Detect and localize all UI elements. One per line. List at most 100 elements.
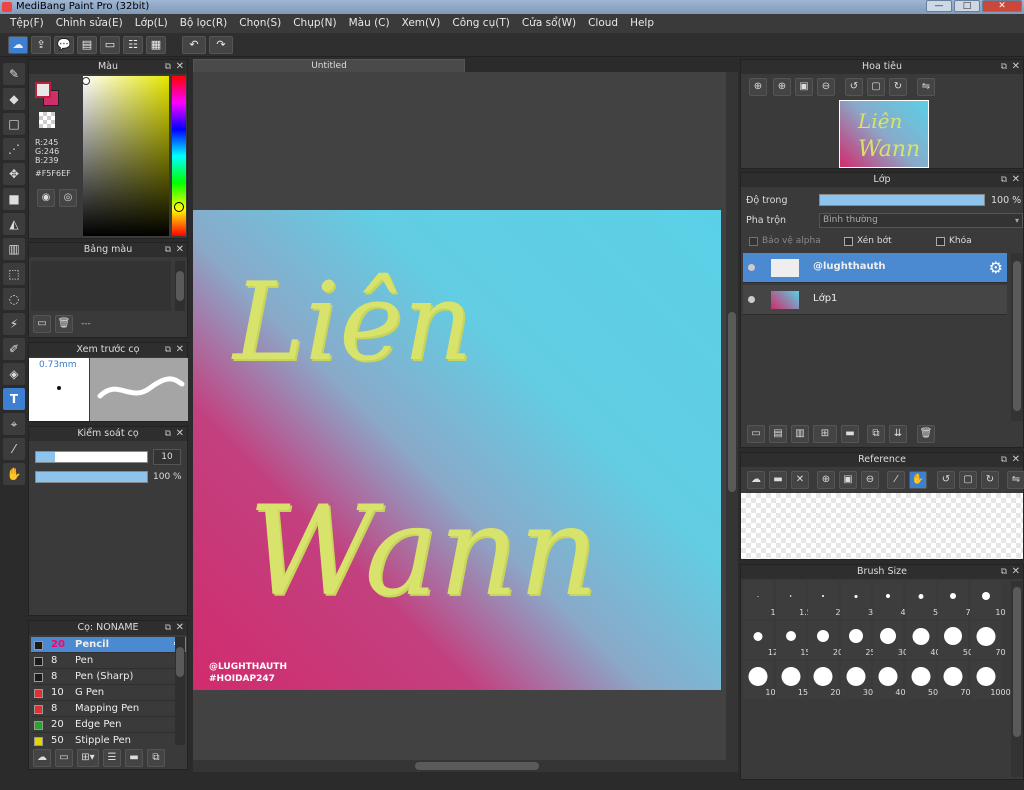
document-tab[interactable]: Untitled [193, 59, 465, 72]
zoom-out-icon[interactable]: ⊖ [817, 78, 835, 96]
visibility-icon[interactable] [748, 264, 755, 271]
brush-size-option[interactable]: 700 [938, 661, 976, 699]
popout-icon[interactable]: ⧉ [165, 427, 171, 441]
actual-size-icon[interactable]: ▢ [867, 78, 885, 96]
fit-screen-icon[interactable]: ▣ [795, 78, 813, 96]
brush-size-slider[interactable] [35, 451, 148, 463]
grid-icon[interactable]: ▦ [146, 35, 166, 54]
close-button[interactable]: ✕ [982, 0, 1022, 12]
blend-mode-select[interactable]: Bình thường ▾ [819, 213, 1023, 228]
brush-opacity-slider[interactable] [35, 471, 148, 483]
undo-icon[interactable]: ↶ [182, 35, 206, 54]
brush-size-option[interactable]: 15 [775, 621, 811, 659]
brush-size-option[interactable]: 300 [840, 661, 878, 699]
minimize-button[interactable]: — [926, 0, 952, 12]
pages-icon[interactable]: ☷ [123, 35, 143, 54]
speech-icon[interactable]: ▤ [77, 35, 97, 54]
brush-size-option[interactable]: 1.5 [775, 581, 812, 619]
layer-list-scrollbar[interactable] [1011, 253, 1023, 421]
menu-item[interactable]: Tệp(F) [4, 14, 50, 33]
brush-size-option[interactable]: 3 [840, 581, 873, 619]
brush-list-item[interactable]: 20Pencil⚙ [31, 637, 186, 653]
brush-size-option[interactable]: 400 [873, 661, 911, 699]
new-brush-icon[interactable]: ▭ [55, 749, 73, 767]
scroll-thumb[interactable] [415, 762, 539, 770]
delete-palette-icon[interactable]: 🗑 [55, 315, 73, 333]
popout-icon[interactable]: ⧉ [165, 621, 171, 635]
brush-list-scrollbar[interactable] [175, 637, 185, 745]
brush-list-item[interactable]: 50 Stipple Pen [31, 733, 186, 747]
magic-wand-icon[interactable]: ⚡ [3, 313, 25, 335]
rotate-left-icon[interactable]: ↺ [937, 471, 955, 489]
brush-list-item[interactable]: 8 Pen (Sharp) [31, 669, 186, 685]
close-icon[interactable]: ✕ [176, 621, 184, 635]
clip-checkbox[interactable] [844, 237, 853, 246]
palette-scrollbar[interactable] [175, 261, 185, 311]
brush-size-option[interactable]: 150 [775, 661, 813, 699]
brush-size-option[interactable]: 30 [873, 621, 908, 659]
brush-size-value[interactable]: 10 [153, 449, 181, 465]
select-rect-icon[interactable]: ⬚ [3, 263, 25, 285]
fill-rect-icon[interactable]: ■ [3, 188, 25, 210]
layer-row[interactable]: @lughthauth ⚙ [743, 253, 1007, 283]
select-pen-icon[interactable]: ✐ [3, 338, 25, 360]
brush-list-item[interactable]: 20 Edge Pen [31, 717, 186, 733]
new-halftone-layer-icon[interactable]: ▤ [769, 425, 787, 443]
brush-list-item[interactable]: 8 Pen [31, 653, 186, 669]
layer-row[interactable]: Lớp1 [743, 285, 1007, 315]
cloud-brush-icon[interactable]: ☁ [33, 749, 51, 767]
canvas-vertical-scrollbar[interactable] [726, 72, 738, 760]
bucket-icon[interactable]: ◭ [3, 213, 25, 235]
close-icon[interactable]: ✕ [176, 343, 184, 357]
add-layer-menu-icon[interactable]: ⊞ [813, 425, 837, 443]
brush-size-option[interactable]: 1000 [970, 661, 1011, 699]
zoom-out-icon[interactable]: ⊖ [861, 471, 879, 489]
brush-size-option[interactable]: 4 [873, 581, 906, 619]
foreground-color-swatch[interactable] [35, 82, 51, 98]
popout-icon[interactable]: ⧉ [1001, 60, 1007, 74]
brush-size-option[interactable]: 25 [840, 621, 876, 659]
operation-icon[interactable]: ⌖ [3, 413, 25, 435]
maximize-button[interactable]: □ [954, 0, 980, 12]
eyedropper-icon[interactable]: ⁄ [887, 471, 905, 489]
brush-size-option[interactable]: 500 [905, 661, 943, 699]
lasso-icon[interactable]: ◌ [3, 288, 25, 310]
rotate-right-icon[interactable]: ↻ [981, 471, 999, 489]
menu-item[interactable]: Cloud [582, 14, 624, 33]
menu-item[interactable]: Xem(V) [396, 14, 447, 33]
share-icon[interactable]: ⇪ [31, 35, 51, 54]
folder-icon[interactable]: ▬ [841, 425, 859, 443]
scroll-thumb[interactable] [728, 312, 736, 492]
close-icon[interactable]: ✕ [1012, 453, 1020, 467]
brush-size-option[interactable]: 40 [905, 621, 941, 659]
popout-icon[interactable]: ⧉ [165, 243, 171, 257]
hand-icon[interactable]: ✋ [3, 463, 25, 485]
close-icon[interactable]: ✕ [176, 427, 184, 441]
brush-size-scrollbar[interactable] [1011, 581, 1023, 777]
flip-icon[interactable]: ⇋ [917, 78, 935, 96]
navigator-thumbnail[interactable]: Liên Wann [839, 100, 929, 168]
close-icon[interactable]: ✕ [1012, 565, 1020, 579]
eraser-icon[interactable]: ◆ [3, 88, 25, 110]
brush-size-option[interactable]: 70 [970, 621, 1006, 659]
popout-icon[interactable]: ⧉ [1001, 453, 1007, 467]
menu-item[interactable]: Chụp(N) [287, 14, 342, 33]
merge-layer-icon[interactable]: ⇊ [889, 425, 907, 443]
duplicate-brush-icon[interactable]: ⧉ [147, 749, 165, 767]
menu-item[interactable]: Công cụ(T) [446, 14, 515, 33]
page-icon[interactable]: ▭ [100, 35, 120, 54]
close-icon[interactable]: ✕ [1012, 60, 1020, 74]
lock-checkbox[interactable] [936, 237, 945, 246]
palette-icon[interactable]: ◉ [37, 189, 55, 207]
add-brush-icon[interactable]: ⊞▾ [77, 749, 99, 767]
new-8bit-layer-icon[interactable]: ▥ [791, 425, 809, 443]
brush-size-option[interactable]: 7 [938, 581, 971, 619]
hue-handle[interactable] [174, 202, 184, 212]
eyedropper-icon[interactable]: ⁄ [3, 438, 25, 460]
brush-size-option[interactable]: 5 [905, 581, 938, 619]
menu-item[interactable]: Lớp(L) [129, 14, 174, 33]
popout-icon[interactable]: ⧉ [1001, 565, 1007, 579]
reference-canvas[interactable] [741, 493, 1023, 559]
redo-icon[interactable]: ↷ [209, 35, 233, 54]
hand-icon[interactable]: ✋ [909, 471, 927, 489]
